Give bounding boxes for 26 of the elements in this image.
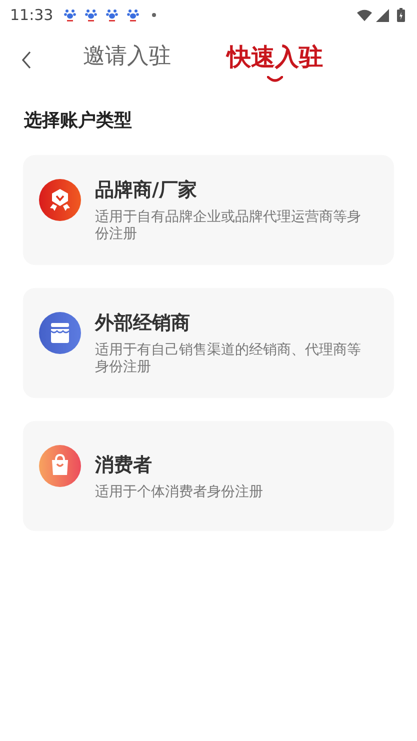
paw-icon [127, 8, 140, 22]
status-time: 11:33 [10, 6, 54, 24]
store-icon [39, 312, 81, 354]
battery-icon [397, 8, 405, 22]
signal-icon [375, 8, 390, 22]
wifi-icon [357, 8, 372, 22]
account-type-description: 适用于有自己销售渠道的经销商、代理商等身份注册 [95, 342, 362, 376]
account-type-card[interactable]: 外部经销商 适用于有自己销售渠道的经销商、代理商等身份注册 [23, 288, 394, 398]
account-type-title: 品牌商/厂家 [95, 178, 198, 203]
section-title: 选择账户类型 [24, 109, 133, 132]
badge-icon [39, 179, 81, 221]
account-type-card[interactable]: 品牌商/厂家 适用于自有品牌企业或品牌代理运营商等身份注册 [23, 155, 394, 265]
back-icon[interactable] [22, 51, 32, 69]
paw-icon [85, 8, 98, 22]
paw-icon [106, 8, 118, 22]
dot-icon [152, 13, 156, 17]
account-type-title: 外部经销商 [95, 311, 191, 336]
account-type-description: 适用于个体消费者身份注册 [95, 484, 263, 500]
tab[interactable]: 快速入驻 [227, 36, 323, 84]
account-type-description: 适用于自有品牌企业或品牌代理运营商等身份注册 [95, 209, 362, 243]
shopping-bag-icon [39, 445, 81, 487]
tab[interactable]: 邀请入驻 [83, 36, 171, 84]
account-type-card[interactable]: 消费者 适用于个体消费者身份注册 [23, 421, 394, 531]
smile-icon [267, 76, 283, 82]
account-type-title: 消费者 [95, 452, 153, 478]
paw-icon [64, 8, 76, 22]
